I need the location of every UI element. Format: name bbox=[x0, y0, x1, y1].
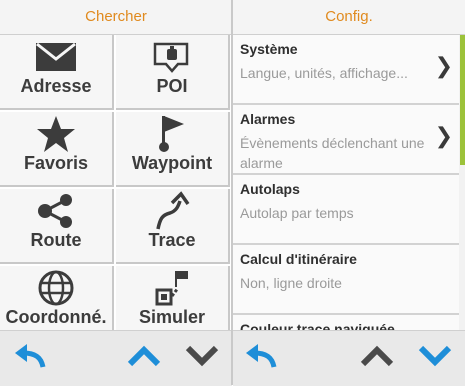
chevron-right-icon: ❯ bbox=[434, 53, 453, 78]
config-item-autolaps[interactable]: Autolaps Autolap par temps bbox=[233, 175, 459, 245]
config-item-title: Alarmes bbox=[240, 111, 296, 127]
chevron-up-icon bbox=[127, 345, 161, 372]
tile-favorites[interactable]: Favoris bbox=[0, 112, 114, 187]
config-header: Config. bbox=[233, 0, 465, 35]
envelope-icon bbox=[0, 39, 112, 75]
config-item-system[interactable]: Système Langue, unités, affichage... ❯ bbox=[233, 35, 459, 105]
chevron-down-icon bbox=[418, 345, 452, 372]
config-list: Système Langue, unités, affichage... ❯ A… bbox=[233, 35, 459, 330]
config-item-subtitle: Autolap par temps bbox=[240, 205, 354, 221]
tile-address[interactable]: Adresse bbox=[0, 35, 114, 110]
config-item-title: Autolaps bbox=[240, 181, 300, 197]
route-icon bbox=[0, 193, 112, 229]
config-item-title: Calcul d'itinéraire bbox=[240, 251, 357, 267]
tile-waypoint-label: Waypoint bbox=[131, 153, 213, 173]
tile-trace[interactable]: Trace bbox=[116, 189, 230, 264]
config-panel: Config. Système Langue, unités, affichag… bbox=[233, 0, 465, 386]
chevron-up-icon bbox=[360, 345, 394, 372]
config-item-routing[interactable]: Calcul d'itinéraire Non, ligne droite bbox=[233, 245, 459, 315]
tile-poi-label: POI bbox=[156, 76, 188, 96]
config-footer bbox=[233, 330, 465, 386]
flag-icon bbox=[116, 116, 228, 152]
scroll-up-button[interactable] bbox=[359, 343, 395, 373]
search-panel: Chercher Adresse POI Favoris Waypoint Ro… bbox=[0, 0, 232, 386]
simulate-icon bbox=[116, 270, 228, 306]
back-button[interactable] bbox=[12, 343, 48, 373]
scroll-down-button[interactable] bbox=[184, 343, 220, 373]
search-footer bbox=[0, 330, 232, 386]
config-item-subtitle: Évènements déclenchant une alarme bbox=[240, 135, 425, 171]
tile-coordinates-label: Coordonné. bbox=[5, 307, 107, 327]
poi-icon bbox=[116, 39, 228, 75]
trace-icon bbox=[116, 191, 228, 230]
search-header: Chercher bbox=[0, 0, 232, 35]
tile-route[interactable]: Route bbox=[0, 189, 114, 264]
tile-route-label: Route bbox=[30, 230, 82, 250]
config-item-title: Système bbox=[240, 41, 298, 57]
back-arrow-icon bbox=[244, 343, 278, 374]
tile-trace-label: Trace bbox=[148, 230, 196, 250]
tile-poi[interactable]: POI bbox=[116, 35, 230, 110]
back-button[interactable] bbox=[243, 343, 279, 373]
chevron-right-icon: ❯ bbox=[434, 123, 453, 148]
config-item-alarms[interactable]: Alarmes Évènements déclenchant une alarm… bbox=[233, 105, 459, 175]
scrollbar[interactable] bbox=[460, 35, 465, 165]
tile-address-label: Adresse bbox=[20, 76, 92, 96]
tile-simulate[interactable]: Simuler bbox=[116, 266, 230, 330]
chevron-down-icon bbox=[185, 345, 219, 372]
scroll-down-button[interactable] bbox=[417, 343, 453, 373]
globe-icon bbox=[0, 270, 112, 306]
star-icon bbox=[0, 116, 112, 152]
tile-favorites-label: Favoris bbox=[23, 153, 89, 173]
tile-simulate-label: Simuler bbox=[138, 307, 206, 327]
config-item-title: Couleur trace naviguée bbox=[240, 321, 395, 330]
scroll-up-button[interactable] bbox=[126, 343, 162, 373]
search-grid: Adresse POI Favoris Waypoint Route Trace… bbox=[0, 35, 232, 330]
back-arrow-icon bbox=[13, 343, 47, 374]
tile-waypoint[interactable]: Waypoint bbox=[116, 112, 230, 187]
config-item-subtitle: Langue, unités, affichage... bbox=[240, 65, 408, 81]
config-item-track-color[interactable]: Couleur trace naviguée bbox=[233, 315, 459, 330]
config-item-subtitle: Non, ligne droite bbox=[240, 275, 342, 291]
tile-coordinates[interactable]: Coordonné. bbox=[0, 266, 114, 330]
